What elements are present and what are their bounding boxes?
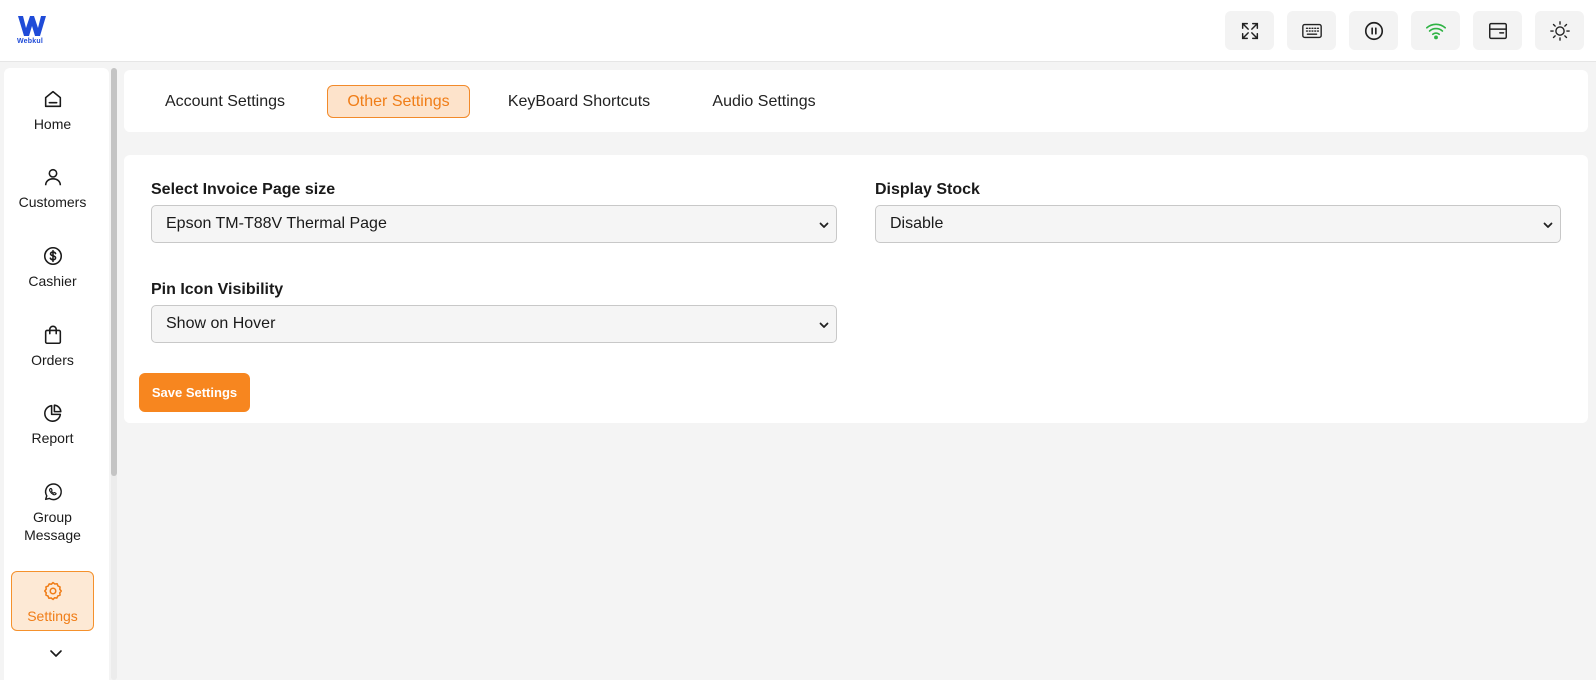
pin-visibility-value: Show on Hover [166,315,276,332]
chevron-down-icon [819,222,829,228]
chevron-down-icon [819,322,829,328]
wifi-status-button[interactable] [1411,11,1460,50]
invoice-size-value: Epson TM-T88V Thermal Page [166,215,387,232]
pie-chart-icon [43,404,62,422]
chevron-down-icon[interactable] [46,646,66,662]
shopping-bag-icon [44,325,61,345]
logo-mark-icon [18,16,46,36]
sidebar-item-label: Settings [27,608,78,624]
tab-account-settings[interactable]: Account Settings [160,85,290,118]
invoice-size-label: Select Invoice Page size [151,181,336,198]
display-stock-label: Display Stock [875,181,980,198]
logo-text: Webkul [17,38,43,45]
sidebar-item-customers[interactable]: Customers [11,166,94,211]
sidebar-item-label: Home [33,116,72,132]
pin-visibility-label: Pin Icon Visibility [151,281,284,298]
gear-icon [43,581,62,601]
invoice-size-select[interactable]: Epson TM-T88V Thermal Page [151,205,837,243]
sidebar-item-label: Cashier [28,273,77,289]
whatsapp-icon [44,483,62,501]
home-icon [44,90,61,108]
sidebar-item-home[interactable]: Home [11,88,94,133]
keyboard-icon [1301,23,1322,38]
webkul-logo[interactable]: Webkul [17,15,51,47]
cash-register-button[interactable] [1473,11,1522,50]
display-stock-select[interactable]: Disable [875,205,1561,243]
sidebar-item-report[interactable]: Report [11,402,94,447]
sidebar-item-label: Report [31,430,74,446]
pin-visibility-select[interactable]: Show on Hover [151,305,837,343]
wifi-icon [1425,23,1446,39]
dollar-icon [43,246,62,266]
user-icon [44,168,61,186]
sidebar-item-label: Orders [31,352,74,368]
other-settings-panel [124,155,1588,423]
fullscreen-button[interactable] [1225,11,1274,50]
theme-toggle-button[interactable] [1535,11,1584,50]
sidebar-item-label: Customers [18,194,87,210]
sidebar-item-settings[interactable]: Settings [11,571,94,631]
tab-keyboard-shortcuts[interactable]: KeyBoard Shortcuts [504,85,654,118]
sidebar-item-group-message[interactable]: Group Message [11,481,94,544]
display-stock-value: Disable [890,215,944,232]
sun-icon [1549,20,1570,41]
pause-icon [1364,21,1383,40]
sidebar-item-orders[interactable]: Orders [11,324,94,369]
save-settings-button[interactable]: Save Settings [139,373,250,412]
pause-button[interactable] [1349,11,1398,50]
fullscreen-icon [1241,22,1258,39]
settings-tabs: Account Settings Other Settings KeyBoard… [124,70,1588,132]
tab-other-settings[interactable]: Other Settings [327,85,470,118]
register-icon [1488,22,1507,39]
sidebar-item-cashier[interactable]: Cashier [11,245,94,290]
sidebar-item-label: Group Message [24,509,81,543]
keyboard-button[interactable] [1287,11,1336,50]
sidebar-scrollbar-thumb[interactable] [111,68,117,476]
tab-audio-settings[interactable]: Audio Settings [704,85,824,118]
chevron-down-icon [1543,222,1553,228]
top-header: Webkul [0,0,1596,62]
